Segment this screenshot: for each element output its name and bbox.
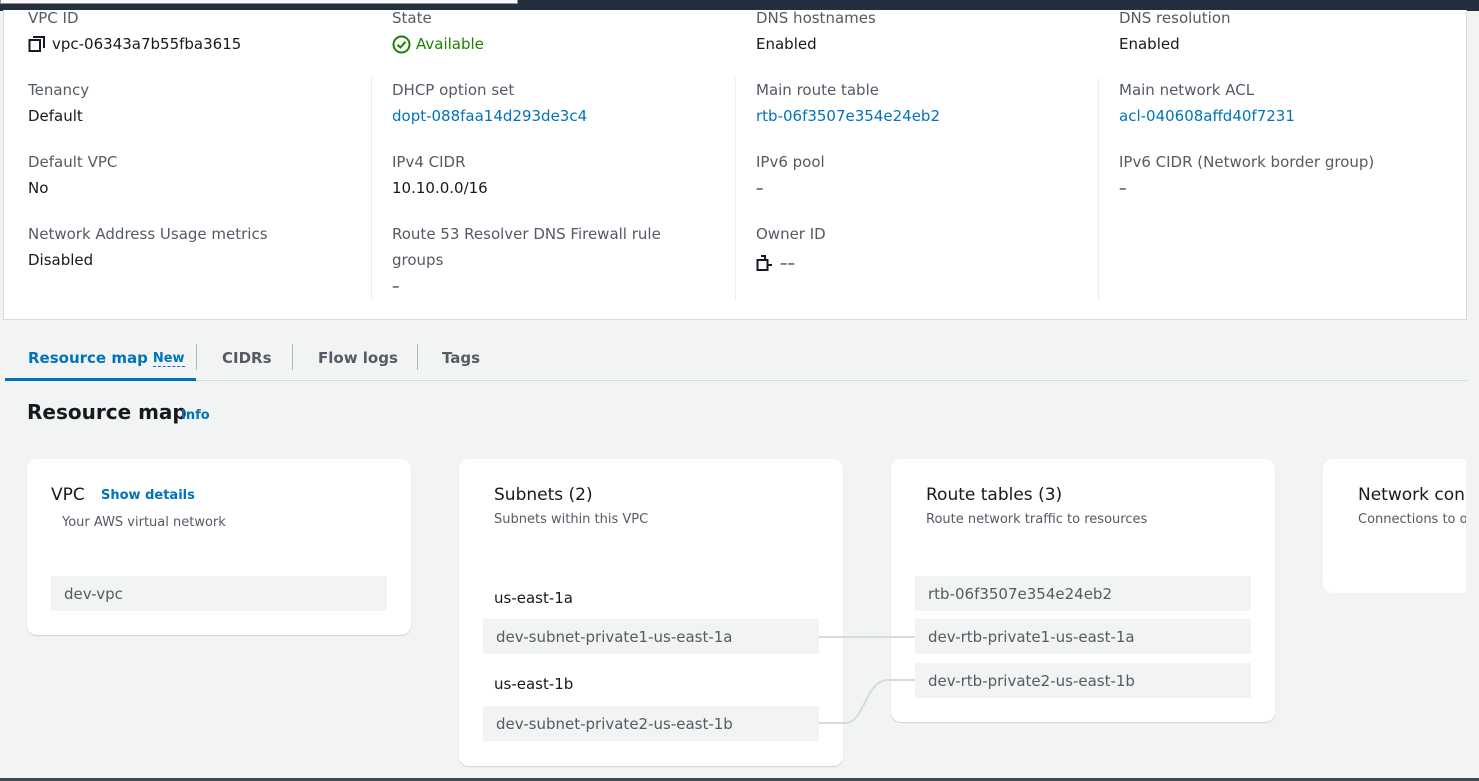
resource-connections bbox=[819, 636, 915, 724]
connector-line bbox=[819, 679, 915, 724]
